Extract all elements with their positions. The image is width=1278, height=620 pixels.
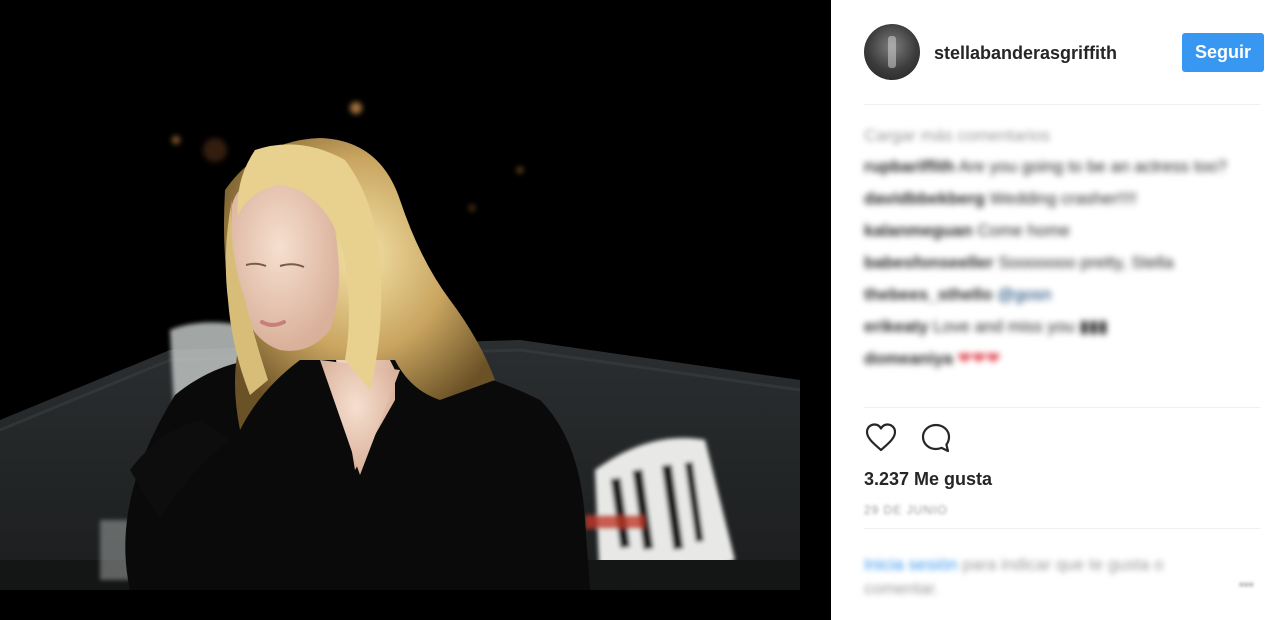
comment-text: Are you going to be an actress too? (958, 157, 1227, 176)
comment-username[interactable]: davidbbekberg (864, 189, 985, 208)
comment-username[interactable]: babesfonseeller (864, 253, 993, 272)
comment-username[interactable]: rupbariffith (864, 157, 955, 176)
comment-text: Love and miss you (933, 317, 1075, 336)
comment-text: Wedding crasher!!!! (989, 189, 1137, 208)
post-header: stellabanderasgriffith Seguir (831, 0, 1278, 104)
footer-divider (864, 528, 1260, 529)
comment-item: erikeaty Love and miss you ▮▮▮ (864, 316, 1264, 338)
comment-text: Come home (977, 221, 1070, 240)
post-photo[interactable] (0, 0, 831, 620)
comment-item: babesfonseeller Sooooooo pretty, Stella (864, 252, 1264, 274)
header-divider (864, 104, 1260, 105)
comments-list: Cargar más comentarios rupbariffith Are … (864, 126, 1264, 380)
comment-username[interactable]: kalanmeguan (864, 221, 973, 240)
comment-username[interactable]: thebees_sthello (864, 285, 993, 304)
login-prompt: Inicia sesión para indicar que te gusta … (864, 553, 1234, 601)
comment-emoji: ▮▮▮ (1079, 317, 1108, 336)
likes-count[interactable]: 3.237 Me gusta (864, 469, 992, 490)
post-sidebar: stellabanderasgriffith Seguir Cargar más… (831, 0, 1278, 620)
heart-icon[interactable] (864, 421, 898, 455)
comment-mention-link[interactable]: @gosn (997, 285, 1051, 304)
comment-username[interactable]: erikeaty (864, 317, 928, 336)
post-image (0, 0, 831, 620)
comment-text: Sooooooo pretty, Stella (998, 253, 1174, 272)
more-options-icon[interactable]: ••• (1239, 576, 1254, 592)
actions-divider (864, 407, 1260, 408)
comment-item: davidbbekberg Wedding crasher!!!! (864, 188, 1264, 210)
comment-bubble-icon[interactable] (919, 421, 953, 455)
username-link[interactable]: stellabanderasgriffith (934, 43, 1117, 64)
comment-username[interactable]: domeaniya (864, 349, 953, 368)
post-actions (864, 421, 1264, 457)
comment-item: rupbariffith Are you going to be an actr… (864, 156, 1264, 178)
comment-item: thebees_sthello @gosn (864, 284, 1264, 306)
comment-item: kalanmeguan Come home (864, 220, 1264, 242)
comment-emoji: ❤❤❤ (957, 349, 1001, 368)
login-link[interactable]: Inicia sesión (864, 555, 958, 574)
post-date: 29 DE JUNIO (864, 503, 948, 517)
avatar[interactable] (864, 24, 920, 80)
comment-item: domeaniya ❤❤❤ (864, 348, 1264, 370)
follow-button[interactable]: Seguir (1182, 33, 1264, 72)
load-more-comments-link[interactable]: Cargar más comentarios (864, 126, 1264, 156)
